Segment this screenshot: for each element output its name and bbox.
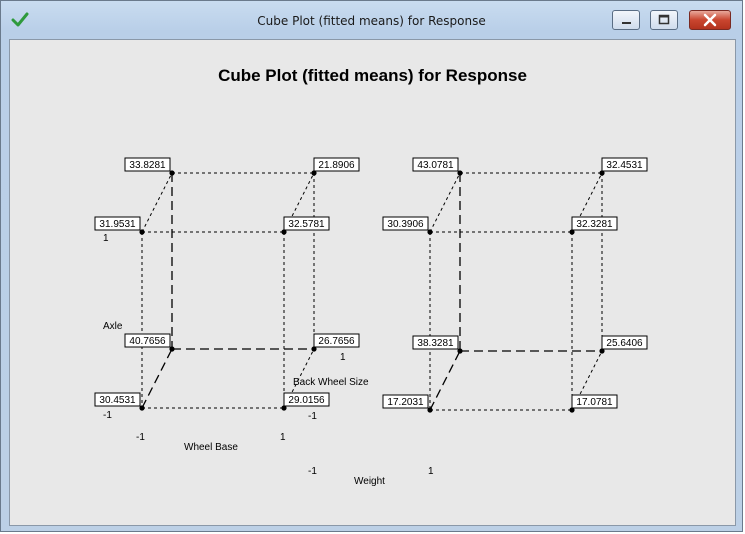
value-label: 17.0781 xyxy=(576,397,613,408)
maximize-button[interactable] xyxy=(650,10,678,30)
minimize-button[interactable] xyxy=(612,10,640,30)
value-box: 29.0156 xyxy=(283,392,330,407)
axle-high-label: 1 xyxy=(103,233,109,244)
value-label: 31.9531 xyxy=(99,219,136,230)
value-box: 30.4531 xyxy=(94,392,141,407)
value-label: 32.5781 xyxy=(288,219,325,230)
value-label: 40.7656 xyxy=(129,336,166,347)
cube-edge xyxy=(429,350,461,411)
weight-high-label: 1 xyxy=(428,466,434,477)
cube-plot: 31.9531 32.5781 30.4531 29.0156 33.8281 21.89… xyxy=(94,157,648,487)
value-box: 32.4531 xyxy=(601,157,648,172)
back-wheel-axis-label: Back Wheel Size xyxy=(293,377,369,388)
value-boxes: 31.9531 32.5781 30.4531 29.0156 33.8281 21.89… xyxy=(94,157,648,409)
plot-area: Cube Plot (fitted means) for Response 31… xyxy=(9,39,736,526)
value-label: 32.3281 xyxy=(576,219,613,230)
value-label: 33.8281 xyxy=(129,160,166,171)
close-icon xyxy=(703,13,717,27)
value-box: 17.2031 xyxy=(382,394,429,409)
left-cube-edges xyxy=(139,170,317,411)
wheel-base-low-label: -1 xyxy=(136,432,145,443)
axle-axis-label: Axle xyxy=(103,321,123,332)
axis-labels: Axle 1 -1 Back Wheel Size 1 -1 -1 1 Whee… xyxy=(103,233,434,487)
cube-edge xyxy=(141,348,173,409)
close-button[interactable] xyxy=(689,10,731,30)
value-label: 17.2031 xyxy=(387,397,424,408)
title-bar[interactable]: Cube Plot (fitted means) for Response xyxy=(1,1,742,39)
value-box: 32.3281 xyxy=(571,216,618,231)
value-box: 38.3281 xyxy=(412,335,459,350)
wheel-base-axis-label: Wheel Base xyxy=(184,442,238,453)
value-label: 30.4531 xyxy=(99,395,136,406)
value-box: 40.7656 xyxy=(124,333,171,348)
value-label: 32.4531 xyxy=(606,160,643,171)
minimize-icon xyxy=(622,22,631,24)
value-label: 38.3281 xyxy=(417,338,454,349)
value-label: 29.0156 xyxy=(288,395,325,406)
right-cube-edges xyxy=(427,170,605,413)
value-label: 30.3906 xyxy=(387,219,424,230)
value-box: 43.0781 xyxy=(412,157,459,172)
cube-edge xyxy=(141,172,173,233)
value-box: 30.3906 xyxy=(382,216,429,231)
value-label: 43.0781 xyxy=(417,160,454,171)
value-box: 25.6406 xyxy=(601,335,648,350)
value-box: 33.8281 xyxy=(124,157,171,172)
axle-low-label: -1 xyxy=(103,410,112,421)
maximize-icon xyxy=(658,14,670,25)
back-wheel-high-label: 1 xyxy=(340,352,346,363)
weight-axis-label: Weight xyxy=(354,476,385,487)
cube-edge xyxy=(429,172,461,233)
app-window: Cube Plot (fitted means) for Response Cu… xyxy=(0,0,743,532)
value-box: 32.5781 xyxy=(283,216,330,231)
cube-graphics xyxy=(139,170,605,413)
value-label: 26.7656 xyxy=(318,336,355,347)
value-box: 17.0781 xyxy=(571,394,618,409)
value-box: 31.9531 xyxy=(94,216,141,231)
value-label: 21.8906 xyxy=(318,160,355,171)
value-box: 26.7656 xyxy=(313,333,360,348)
back-wheel-low-label: -1 xyxy=(308,411,317,422)
wheel-base-high-label: 1 xyxy=(280,432,286,443)
value-label: 25.6406 xyxy=(606,338,643,349)
value-box: 21.8906 xyxy=(313,157,360,172)
weight-low-label: -1 xyxy=(308,466,317,477)
